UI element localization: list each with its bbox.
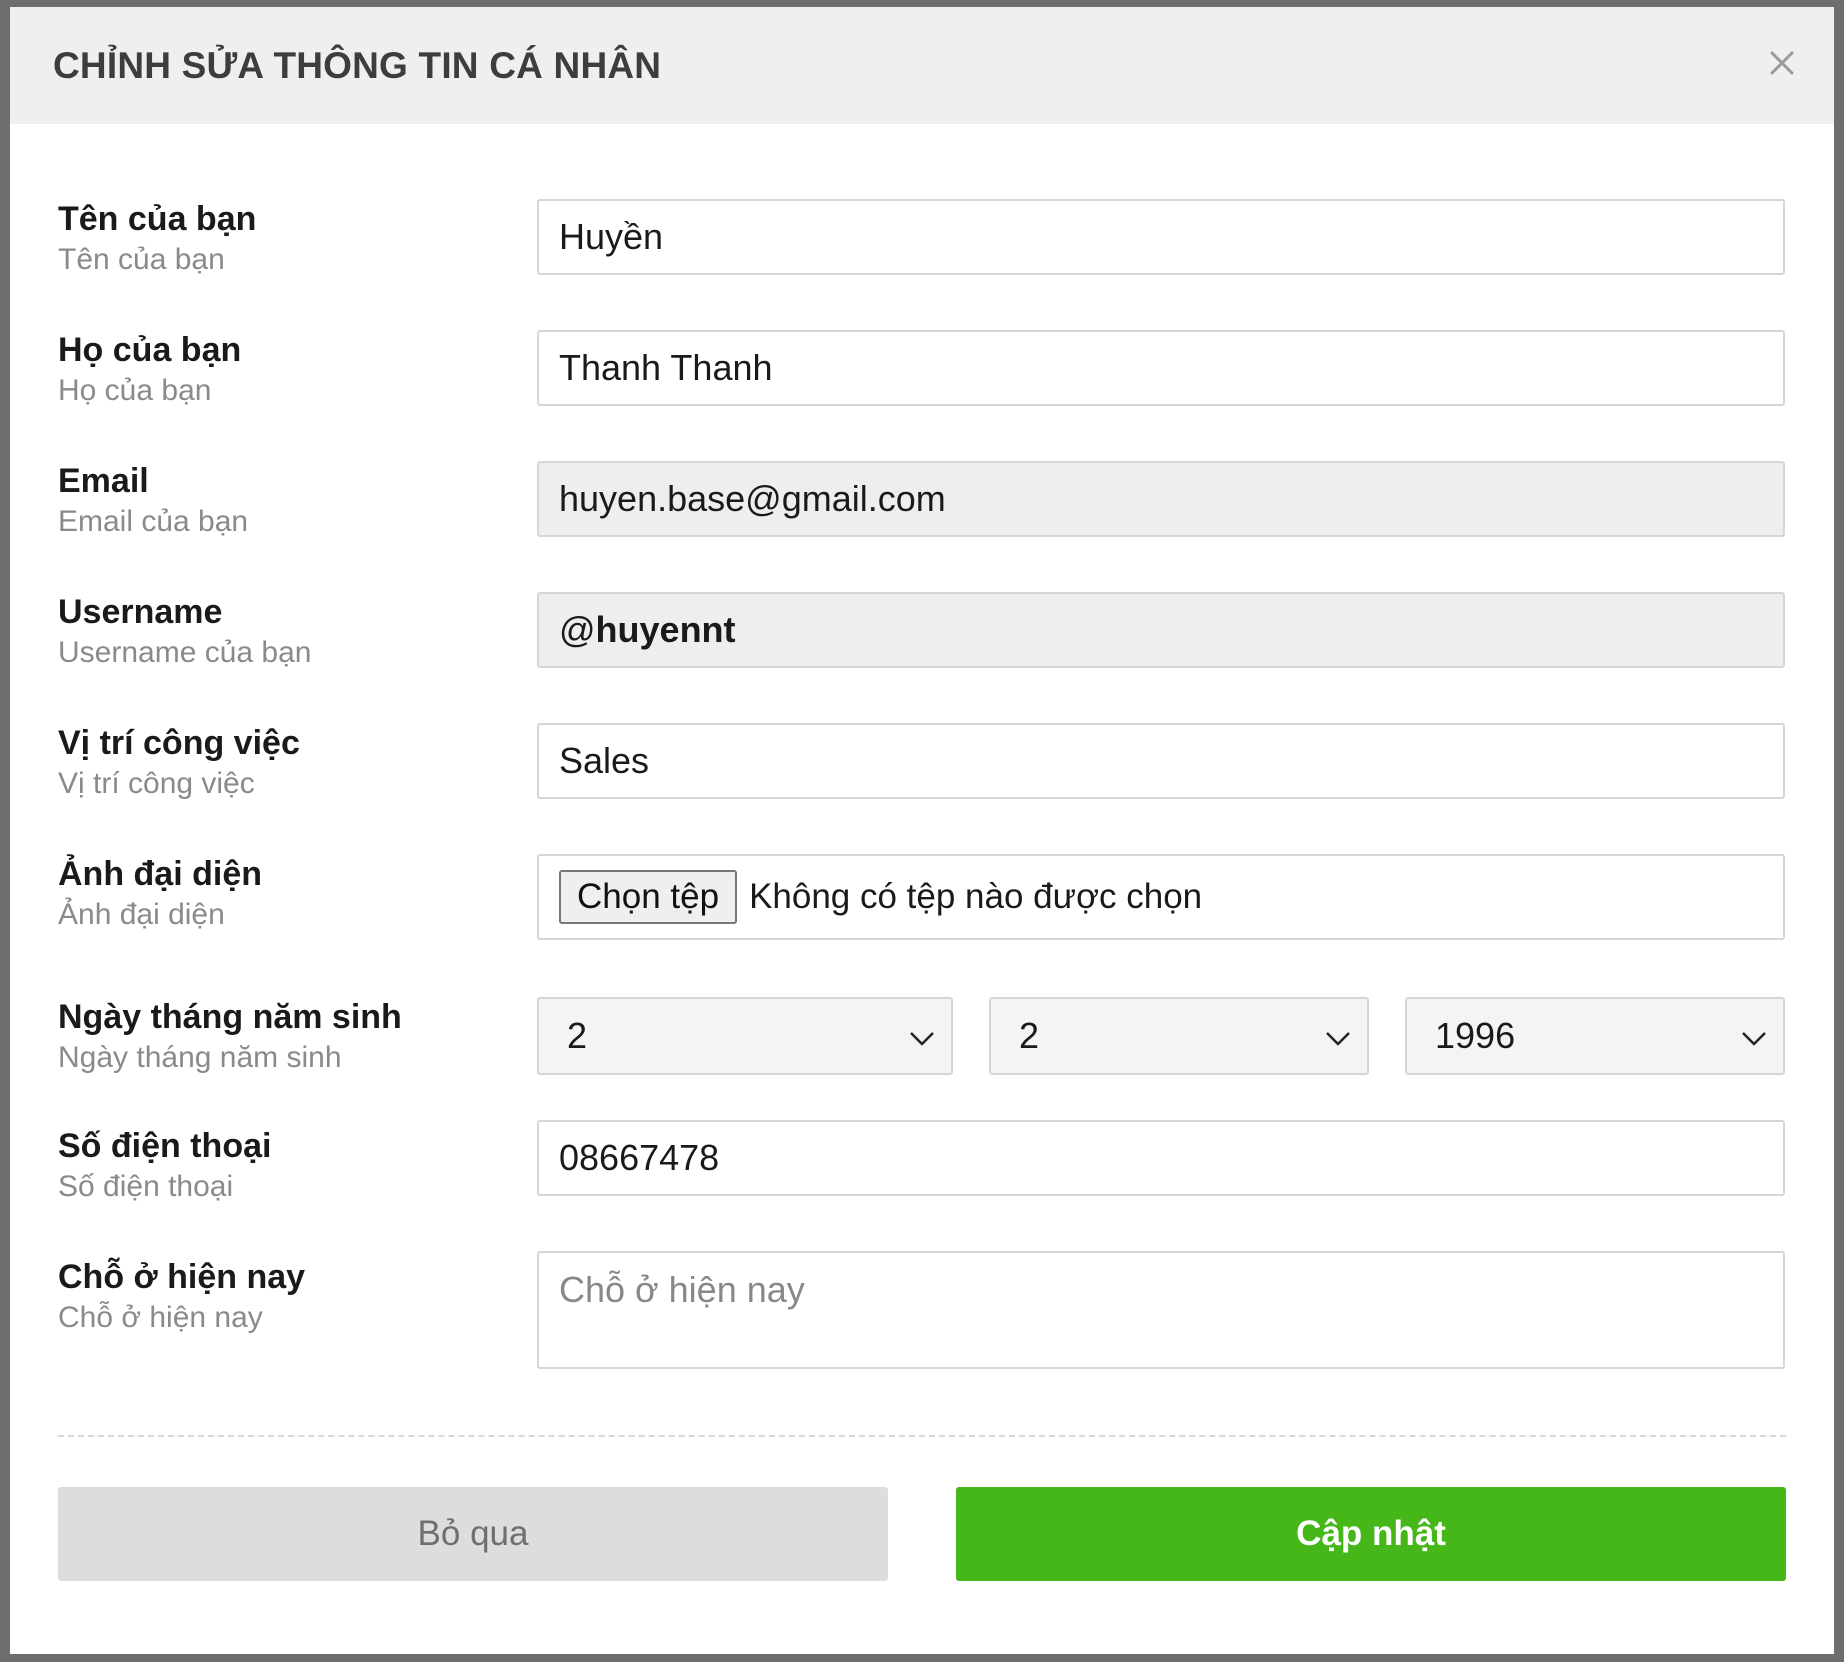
address-hint: Chỗ ở hiện nay (58, 1301, 263, 1334)
phone-label: Số điện thoại (58, 1127, 272, 1165)
username-hint: Username của bạn (58, 636, 312, 669)
divider (58, 1435, 1786, 1437)
last-name-value: Thanh Thanh (559, 347, 773, 388)
chevron-down-icon (910, 1032, 934, 1046)
birth-year-select[interactable]: 1996 (1405, 997, 1785, 1075)
birthday-label: Ngày tháng năm sinh (58, 998, 402, 1036)
choose-file-button[interactable]: Chọn tệp (559, 870, 738, 924)
birth-day-value: 2 (567, 1015, 588, 1056)
username-value: huyennt (595, 609, 736, 650)
username-prefix: @ (559, 609, 596, 650)
phone-value: 08667478 (559, 1137, 720, 1178)
last-name-label: Họ của bạn (58, 331, 242, 369)
email-label: Email (58, 462, 149, 500)
cancel-button[interactable]: Bỏ qua (58, 1487, 888, 1581)
birth-day-select[interactable]: 2 (537, 997, 953, 1075)
email-field: huyen.base@gmail.com (537, 461, 1785, 537)
modal-header: CHỈNH SỬA THÔNG TIN CÁ NHÂN (10, 7, 1834, 124)
close-icon[interactable] (1760, 41, 1804, 85)
address-textarea[interactable]: Chỗ ở hiện nay (537, 1251, 1785, 1369)
update-button[interactable]: Cập nhật (956, 1487, 1786, 1581)
position-hint: Vị trí công việc (58, 767, 255, 800)
address-label: Chỗ ở hiện nay (58, 1258, 306, 1296)
phone-input[interactable]: 08667478 (537, 1120, 1785, 1196)
username-label: Username (58, 593, 223, 631)
last-name-hint: Họ của bạn (58, 374, 212, 407)
position-label: Vị trí công việc (58, 724, 300, 762)
first-name-label: Tên của bạn (58, 200, 257, 238)
phone-hint: Số điện thoại (58, 1170, 234, 1203)
first-name-input[interactable]: Huyền (537, 199, 1785, 275)
chevron-down-icon (1742, 1032, 1766, 1046)
modal-title: CHỈNH SỬA THÔNG TIN CÁ NHÂN (53, 45, 662, 86)
chevron-down-icon (1326, 1032, 1350, 1046)
first-name-hint: Tên của bạn (58, 243, 225, 276)
email-value: huyen.base@gmail.com (559, 478, 946, 519)
avatar-label: Ảnh đại diện (58, 855, 262, 893)
birthday-hint: Ngày tháng năm sinh (58, 1041, 342, 1074)
avatar-file-input[interactable]: Chọn tệp Không có tệp nào được chọn (537, 854, 1785, 940)
avatar-hint: Ảnh đại diện (58, 898, 225, 931)
email-hint: Email của bạn (58, 505, 249, 538)
birth-month-value: 2 (1019, 1015, 1040, 1056)
last-name-input[interactable]: Thanh Thanh (537, 330, 1785, 406)
position-value: Sales (559, 740, 650, 781)
file-status: Không có tệp nào được chọn (749, 877, 1203, 916)
edit-profile-modal: CHỈNH SỬA THÔNG TIN CÁ NHÂN Tên của bạn … (10, 7, 1834, 1654)
username-field: @ huyennt (537, 592, 1785, 668)
position-input[interactable]: Sales (537, 723, 1785, 799)
birth-year-value: 1996 (1435, 1015, 1516, 1056)
birth-month-select[interactable]: 2 (989, 997, 1369, 1075)
address-placeholder: Chỗ ở hiện nay (559, 1269, 805, 1310)
first-name-value: Huyền (559, 216, 664, 257)
